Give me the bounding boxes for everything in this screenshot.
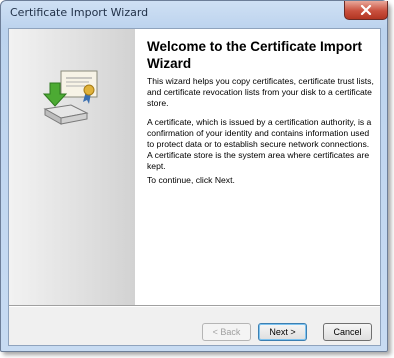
cancel-button[interactable]: Cancel	[323, 323, 372, 341]
wizard-window: Certificate Import Wizard Welcome to the…	[0, 0, 388, 352]
wizard-content: Welcome to the Certificate Import Wizard…	[8, 28, 381, 346]
wizard-side-panel	[9, 29, 135, 305]
page-heading: Welcome to the Certificate Import Wizard	[147, 39, 363, 71]
continue-instruction: To continue, click Next.	[147, 175, 235, 185]
intro-paragraph: This wizard helps you copy certificates,…	[147, 76, 374, 108]
button-bar: < Back Next > Cancel	[9, 307, 380, 345]
certificate-description-paragraph: A certificate, which is issued by a cert…	[147, 117, 372, 171]
close-icon	[360, 5, 372, 15]
window-title: Certificate Import Wizard	[10, 6, 149, 19]
next-button[interactable]: Next >	[258, 323, 307, 341]
back-button[interactable]: < Back	[202, 323, 251, 341]
close-button[interactable]	[344, 1, 388, 20]
certificate-import-icon	[42, 70, 98, 125]
